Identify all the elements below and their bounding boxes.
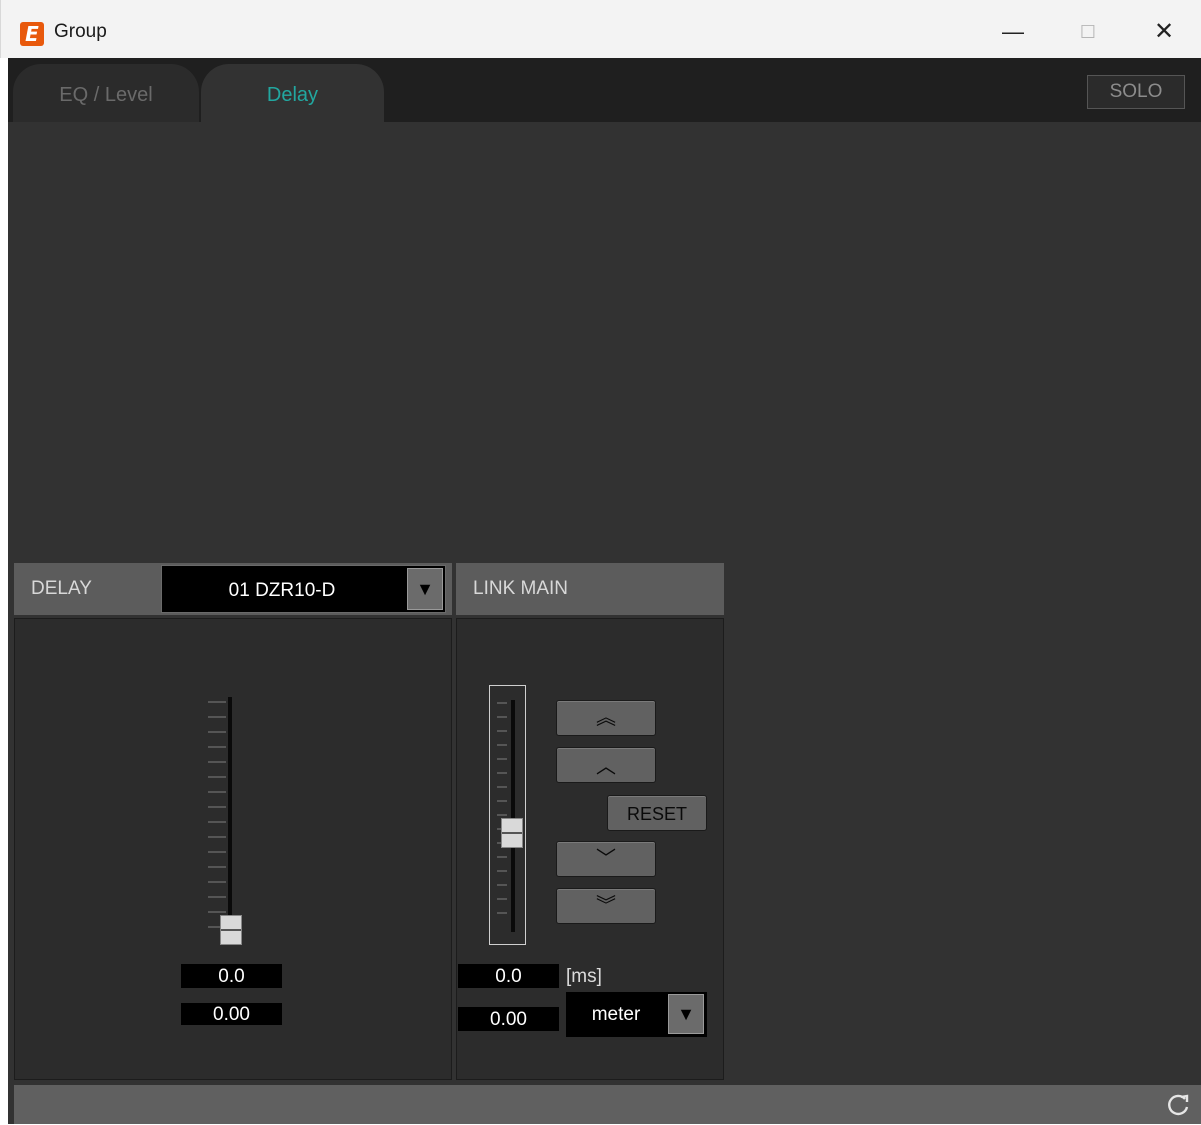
refresh-icon[interactable] xyxy=(1163,1090,1193,1120)
fader-track xyxy=(228,697,232,937)
increase-fast-button[interactable]: ︽ xyxy=(556,700,656,736)
close-button[interactable]: ✕ xyxy=(1136,14,1192,50)
fader-track xyxy=(511,700,515,932)
tab-delay[interactable]: Delay xyxy=(201,64,384,122)
link-ms-value[interactable]: 0.0 xyxy=(458,964,559,988)
status-bar xyxy=(14,1085,1201,1124)
dropdown-arrow-icon[interactable]: ▼ xyxy=(668,994,704,1034)
window-title: Group xyxy=(54,21,107,42)
dropdown-arrow-icon[interactable]: ▼ xyxy=(407,568,443,610)
maximize-button[interactable]: ☐ xyxy=(1060,14,1116,50)
minimize-button[interactable]: — xyxy=(985,14,1041,50)
unit-select-value: meter xyxy=(591,1004,641,1025)
channel-select-value: 01 DZR10-D xyxy=(228,580,336,601)
link-fader[interactable] xyxy=(489,685,526,945)
fader-handle[interactable] xyxy=(501,818,523,848)
decrease-fast-button[interactable]: ︾ xyxy=(556,888,656,924)
reset-button[interactable]: RESET xyxy=(607,795,707,831)
ms-unit-label: [ms] xyxy=(566,966,602,987)
fader-scale xyxy=(497,702,507,926)
decrease-button[interactable]: ﹀ xyxy=(556,841,656,877)
link-main-header: LINK MAIN xyxy=(456,563,724,615)
channel-select[interactable]: 01 DZR10-D ▼ xyxy=(161,565,446,613)
unit-select[interactable]: meter ▼ xyxy=(566,992,707,1037)
increase-button[interactable]: ︿ xyxy=(556,747,656,783)
app-logo-icon: E xyxy=(20,22,44,46)
fader-scale xyxy=(208,701,226,931)
delay-meter-value[interactable]: 0.00 xyxy=(181,1003,282,1025)
link-meter-value[interactable]: 0.00 xyxy=(458,1007,559,1031)
solo-button[interactable]: SOLO xyxy=(1087,75,1185,109)
delay-ms-value[interactable]: 0.0 xyxy=(181,964,282,988)
tab-eq-level[interactable]: EQ / Level xyxy=(13,64,199,122)
fader-handle[interactable] xyxy=(220,915,242,945)
delay-fader[interactable] xyxy=(200,695,250,945)
